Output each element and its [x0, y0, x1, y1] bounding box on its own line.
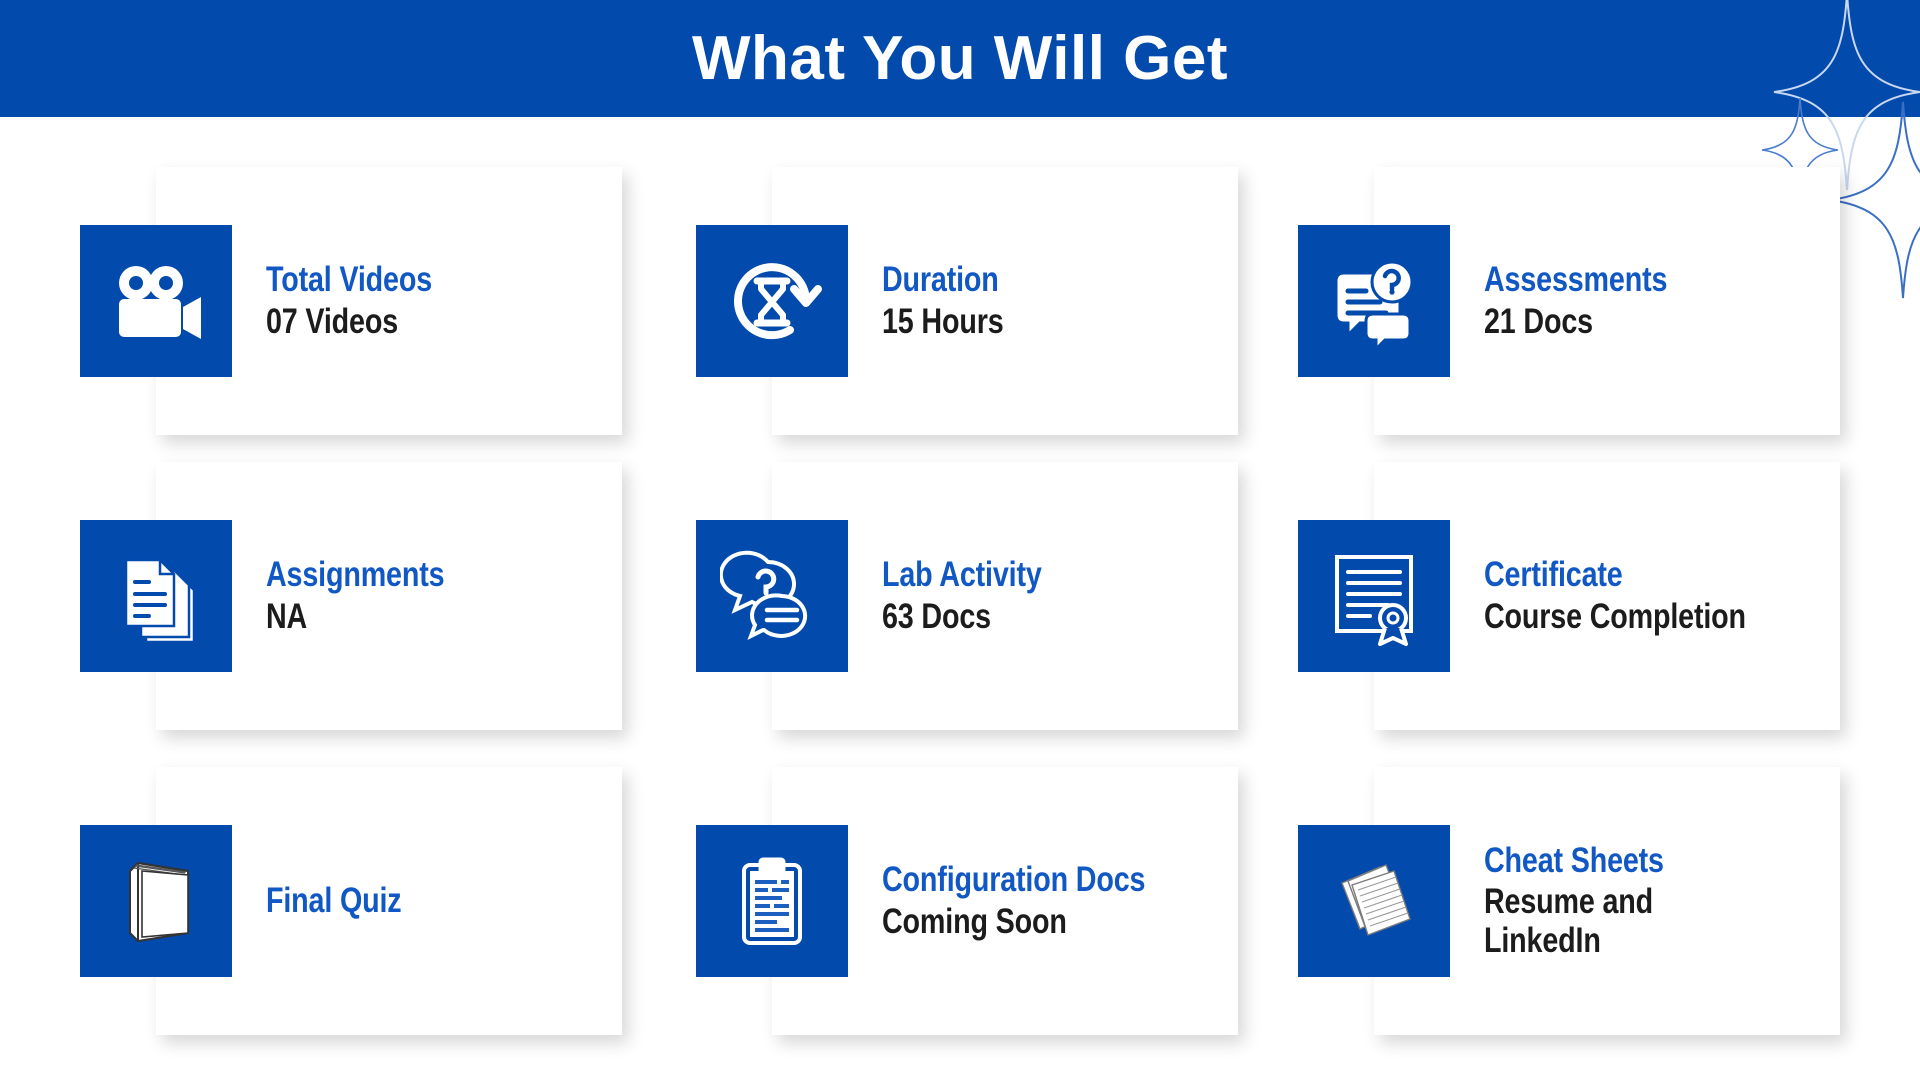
card-title: Configuration Docs: [882, 859, 1146, 899]
card-subtitle: Coming Soon: [882, 901, 1067, 941]
feature-card[interactable]: Final Quiz: [80, 767, 622, 1035]
card-title: Duration: [882, 259, 999, 299]
clipboard-icon: [696, 825, 848, 977]
video-camera-icon: [80, 225, 232, 377]
stacked-documents-icon: [80, 520, 232, 672]
hourglass-clock-icon: [696, 225, 848, 377]
feature-card[interactable]: Certificate Course Completion: [1298, 462, 1840, 730]
card-text-block: Total Videos 07 Videos: [266, 167, 610, 435]
card-text-block: Cheat Sheets Resume and LinkedIn: [1484, 767, 1828, 1035]
card-title: Certificate: [1484, 554, 1623, 594]
book-icon: [80, 825, 232, 977]
header-bar: What You Will Get: [0, 0, 1920, 117]
card-text-block: Assignments NA: [266, 462, 610, 730]
feature-card[interactable]: Assignments NA: [80, 462, 622, 730]
card-title: Total Videos: [266, 259, 433, 299]
card-text-block: Configuration Docs Coming Soon: [882, 767, 1226, 1035]
card-title: Final Quiz: [266, 881, 402, 921]
card-text-block: Duration 15 Hours: [882, 167, 1226, 435]
card-title: Assignments: [266, 554, 445, 594]
card-subtitle: Resume and LinkedIn: [1484, 882, 1654, 960]
paper-sheets-icon: [1298, 825, 1450, 977]
feature-card[interactable]: Lab Activity 63 Docs: [696, 462, 1238, 730]
card-text-block: Assessments 21 Docs: [1484, 167, 1828, 435]
card-subtitle: NA: [266, 596, 308, 636]
chat-bubbles-question-icon: [696, 520, 848, 672]
feature-card[interactable]: Configuration Docs Coming Soon: [696, 767, 1238, 1035]
card-title: Assessments: [1484, 259, 1668, 299]
card-title: Lab Activity: [882, 554, 1042, 594]
document-question-icon: [1298, 225, 1450, 377]
card-subtitle: Course Completion: [1484, 596, 1746, 636]
card-subtitle: 07 Videos: [266, 301, 399, 341]
slide-root: What You Will Get Total Videos 07 Videos…: [0, 0, 1920, 1080]
card-text-block: Final Quiz: [266, 767, 610, 1035]
feature-card[interactable]: Cheat Sheets Resume and LinkedIn: [1298, 767, 1840, 1035]
card-subtitle: 15 Hours: [882, 301, 1004, 341]
page-title: What You Will Get: [691, 23, 1229, 93]
card-subtitle: 63 Docs: [882, 596, 991, 636]
card-text-block: Certificate Course Completion: [1484, 462, 1828, 730]
certificate-ribbon-icon: [1298, 520, 1450, 672]
card-subtitle: 21 Docs: [1484, 301, 1593, 341]
features-grid: Total Videos 07 Videos Duration 15 Hours…: [0, 117, 1920, 1080]
feature-card[interactable]: Duration 15 Hours: [696, 167, 1238, 435]
card-title: Cheat Sheets: [1484, 840, 1664, 880]
feature-card[interactable]: Assessments 21 Docs: [1298, 167, 1840, 435]
card-text-block: Lab Activity 63 Docs: [882, 462, 1226, 730]
feature-card[interactable]: Total Videos 07 Videos: [80, 167, 622, 435]
